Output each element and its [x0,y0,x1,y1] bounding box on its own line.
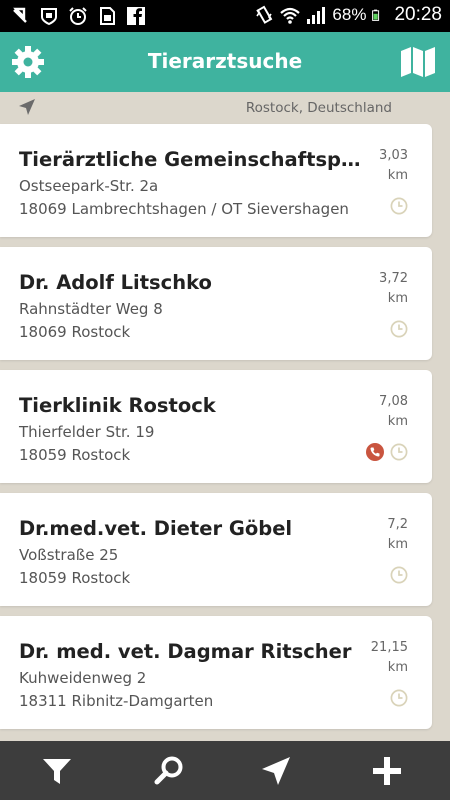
vet-name: Dr. med. vet. Dagmar Ritscher [19,640,352,663]
distance-value: 3,03 [379,148,408,163]
no-mail-icon [13,7,27,23]
vet-city: 18069 Lambrechtshagen / OT Sievershagen [19,200,349,218]
page-title: Tierarztsuche [147,49,303,73]
location-bar[interactable]: Rostock, Deutschland [0,92,450,122]
location-text: Rostock, Deutschland [245,100,392,116]
facebook-icon [127,7,145,25]
distance: 3,03 km [358,146,408,186]
distance-unit: km [387,660,408,675]
distance: 21,15 km [358,638,408,678]
signal-icon [307,7,326,24]
distance: 3,72 km [358,269,408,309]
clock-icon [390,566,408,584]
map-icon[interactable] [400,46,436,78]
status-bar: 68% 20:28 [0,0,450,32]
distance-unit: km [387,168,408,183]
vet-name: Tierärztliche Gemeinschaftspr… [19,148,364,171]
clock-icon [390,320,408,338]
clock-icon [390,443,408,461]
vet-name: Tierklinik Rostock [19,394,216,417]
alarm-icon [69,7,87,25]
list-item[interactable]: Tierklinik Rostock Thierfelder Str. 19 1… [0,370,432,483]
vet-city: 18311 Ribnitz-Damgarten [19,692,214,710]
search-icon[interactable] [153,755,185,787]
vet-city: 18059 Rostock [19,446,131,464]
wifi-icon [280,7,301,24]
vibrate-icon [256,5,273,24]
filter-icon[interactable] [41,755,73,787]
battery-icon [372,9,380,21]
clock-icon [390,197,408,215]
list-item[interactable]: Tierärztliche Gemeinschaftspr… Ostseepar… [0,124,432,237]
vet-street: Kuhweidenweg 2 [19,669,147,687]
distance-unit: km [387,414,408,429]
sim-icon [100,7,115,25]
bottom-toolbar [0,741,450,800]
distance: 7,08 km [358,392,408,432]
vet-street: Rahnstädter Weg 8 [19,300,163,318]
clock-time: 20:28 [394,4,442,25]
distance-value: 7,2 [387,517,408,532]
battery-percent: 68% [332,5,367,24]
distance-value: 7,08 [379,394,408,409]
distance: 7,2 km [358,515,408,555]
vet-city: 18069 Rostock [19,323,131,341]
clock-icon [390,689,408,707]
add-icon[interactable] [371,755,403,787]
distance-unit: km [387,291,408,306]
app-bar: Tierarztsuche [0,32,450,92]
vet-name: Dr. Adolf Litschko [19,271,212,294]
distance-value: 3,72 [379,271,408,286]
navigate-icon[interactable] [260,755,292,787]
distance-unit: km [387,537,408,552]
emergency-phone-icon [366,443,384,461]
list-item[interactable]: Dr. med. vet. Dagmar Ritscher Kuhweidenw… [0,616,432,729]
shield-icon [41,8,57,26]
vet-street: Thierfelder Str. 19 [19,423,155,441]
list-item[interactable]: Dr.med.vet. Dieter Göbel Voßstraße 25 18… [0,493,432,606]
distance-value: 21,15 [370,640,408,655]
vet-name: Dr.med.vet. Dieter Göbel [19,517,293,540]
list-item[interactable]: Dr. Adolf Litschko Rahnstädter Weg 8 180… [0,247,432,360]
vet-city: 18059 Rostock [19,569,131,587]
vet-street: Ostseepark-Str. 2a [19,177,159,195]
location-arrow-icon[interactable] [18,98,36,116]
vet-street: Voßstraße 25 [19,546,119,564]
